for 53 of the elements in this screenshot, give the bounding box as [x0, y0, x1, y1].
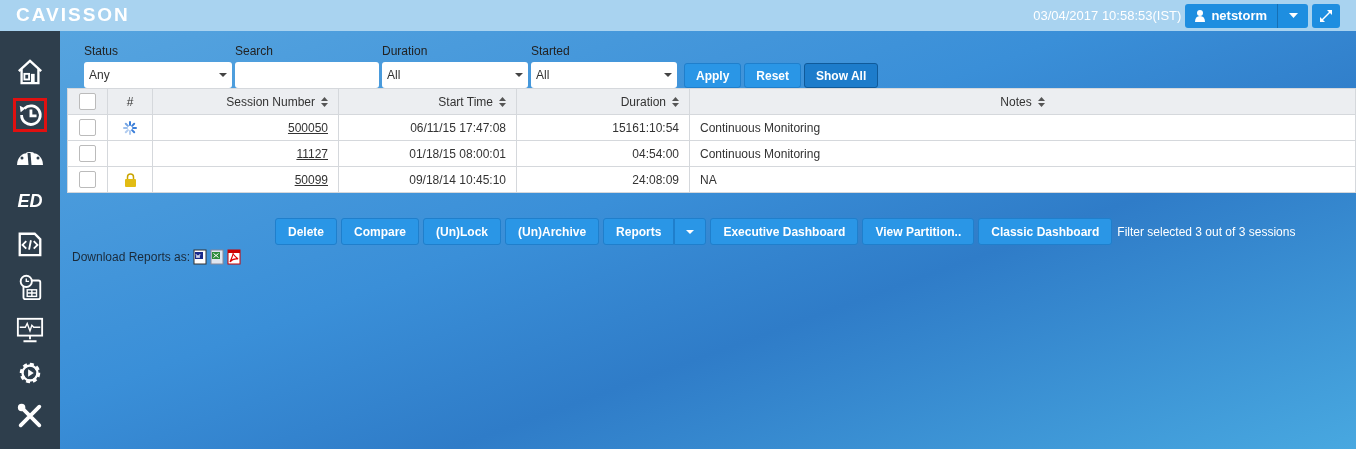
logo: CAVISSON: [16, 3, 130, 28]
monitor-icon: [16, 315, 44, 345]
table-cell: 01/18/15 08:00:01: [338, 140, 517, 167]
session-link[interactable]: 11127: [296, 146, 328, 161]
field-label: Search: [235, 43, 275, 60]
sort-icon: [321, 96, 328, 107]
table-cell: 24:08:09: [516, 166, 690, 193]
column-header[interactable]: #: [126, 94, 134, 109]
caret-icon: [686, 229, 695, 234]
session-link[interactable]: 50099: [294, 172, 328, 187]
fullscreen-button[interactable]: [1312, 3, 1340, 28]
search-field[interactable]: [235, 62, 379, 88]
dropdown[interactable]: All: [382, 62, 528, 88]
field-label: Started: [531, 43, 571, 60]
session-link[interactable]: 500050: [287, 120, 328, 135]
filter-summary: Filter selected 3 out of 3 sessions: [1117, 223, 1296, 241]
caret-icon: [1288, 13, 1298, 18]
column-header[interactable]: Duration: [620, 92, 666, 111]
table-cell: 04:54:00: [516, 140, 690, 167]
home-icon: [16, 57, 44, 87]
caret-icon: [515, 73, 523, 77]
pdf-file-icon[interactable]: [227, 249, 242, 265]
sort-icon: [672, 96, 679, 107]
sort-icon: [1037, 96, 1045, 107]
user-button[interactable]: netstorm: [1185, 3, 1277, 28]
checkbox[interactable]: [79, 119, 96, 136]
user-icon: [1195, 9, 1206, 22]
table-cell: 09/18/14 10:45:10: [338, 166, 517, 193]
sort-icon: [499, 96, 506, 107]
date-time: 03/04/2017 10:58:53(IST): [1033, 6, 1182, 25]
dropdown[interactable]: All: [531, 62, 677, 88]
dropdown[interactable]: Any: [84, 62, 232, 88]
gauge-icon: [16, 150, 44, 166]
caret-icon: [219, 73, 227, 77]
word-file-icon[interactable]: [193, 249, 208, 265]
caret-icon: [664, 73, 672, 77]
sidebar-item[interactable]: ED: [13, 184, 47, 218]
checkbox[interactable]: [79, 171, 96, 188]
table-cell: NA: [689, 166, 1356, 193]
expand-icon: [1320, 9, 1332, 22]
field-label: Duration: [382, 43, 429, 60]
table-cell: Continuous Monitoring: [689, 140, 1356, 167]
sidebar-item[interactable]: [13, 98, 47, 132]
table-cell: 06/11/15 17:47:08: [338, 114, 517, 141]
user-menu-button[interactable]: [1277, 3, 1308, 28]
column-header[interactable]: Notes: [1000, 92, 1032, 111]
filter-button[interactable]: Show All: [804, 63, 879, 88]
table-cell: 15161:10:54: [516, 114, 690, 141]
table-cell: Continuous Monitoring: [689, 114, 1356, 141]
checkbox[interactable]: [79, 93, 96, 110]
field-label: Status: [84, 43, 120, 60]
checkbox[interactable]: [79, 145, 96, 162]
download-label: Download Reports as:: [72, 249, 191, 266]
